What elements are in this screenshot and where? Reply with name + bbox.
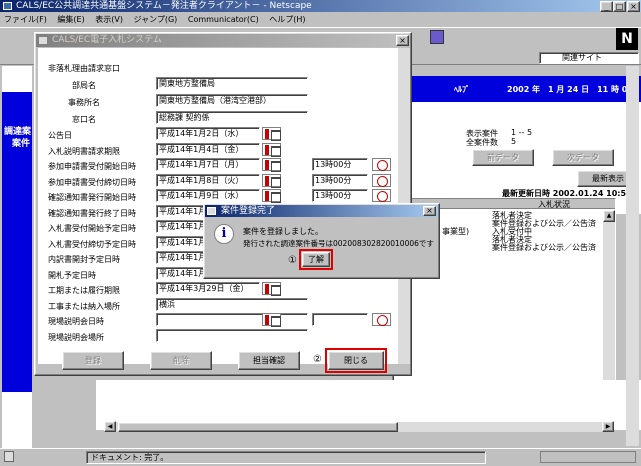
window-vertical-scrollbar[interactable] xyxy=(626,66,639,446)
table-header-status: 入札状況 xyxy=(538,200,570,209)
status-text-box: ドキュメント: 完了。 xyxy=(86,451,486,464)
related-sites-dropdown[interactable]: 関連サイト xyxy=(539,52,639,64)
date-row-label: 現場説明会日時 xyxy=(48,317,104,326)
menu-edit[interactable]: 編集(E) xyxy=(57,15,84,24)
dialog-app-icon xyxy=(207,207,216,215)
netscape-logo-icon xyxy=(3,2,12,10)
date-row-field[interactable] xyxy=(156,329,308,342)
calendar-icon[interactable] xyxy=(262,158,281,172)
clock-icon[interactable] xyxy=(372,313,391,326)
confirm-button[interactable]: 担当確認 xyxy=(238,351,300,370)
date-row-label: 参加申請書受付締切日時 xyxy=(48,178,136,187)
date-row-field[interactable]: 平成14年1月8日（火） xyxy=(156,174,260,187)
date-row-field[interactable]: 平成14年1月2日（水） xyxy=(156,127,260,140)
portal-left-title-2: 案件 xyxy=(12,139,31,149)
window-field[interactable]: 総務課 契約係 xyxy=(156,111,308,124)
date-row-label: 内訳書開封予定日時 xyxy=(48,255,120,264)
date-row-label: 入札書受付開始予定日時 xyxy=(48,224,136,233)
ebid-close-button[interactable]: × xyxy=(396,35,409,46)
security-lock-icon[interactable] xyxy=(4,451,14,462)
calendar-icon[interactable] xyxy=(262,143,281,157)
dialog-title: 案件登録完了 xyxy=(221,206,276,216)
time-row-field[interactable]: 13時00分 xyxy=(312,158,368,171)
dialog-message-2: 発行された調達案件番号は0020083028200100​06です xyxy=(243,239,434,248)
menu-go[interactable]: ジャンプ(G) xyxy=(134,15,178,24)
menu-view[interactable]: 表示(V) xyxy=(95,15,123,24)
date-row-label: 開札予定日時 xyxy=(48,271,96,280)
calendar-icon[interactable] xyxy=(262,313,281,327)
date-row-label: 確認通知書発行開始日時 xyxy=(48,193,136,202)
scroll-right-button[interactable]: ▶ xyxy=(602,421,614,432)
date-row-label: 入札書受付締切予定日時 xyxy=(48,240,136,249)
date-row-field[interactable]: 横浜 xyxy=(156,298,308,311)
time-row-field[interactable]: 13時00分 xyxy=(312,189,368,202)
menu-help[interactable]: ヘルプ(H) xyxy=(269,15,305,24)
horizontal-scroll-thumb[interactable] xyxy=(118,422,398,432)
date-row-label: 工事または納入場所 xyxy=(48,302,120,311)
browser-title-bar: CALS/EC公共調達共通基盤システム－発注者クライアント－ - Netscap… xyxy=(0,0,641,12)
clock-icon[interactable] xyxy=(372,158,391,171)
date-row-label: 公告日 xyxy=(48,131,72,140)
calendar-icon[interactable] xyxy=(262,174,281,188)
time-row-field[interactable] xyxy=(312,313,368,326)
netscape-n-logo-icon: N xyxy=(616,28,638,50)
ebid-title: CALS/EC電子入札システム xyxy=(52,35,162,45)
total-count-label: 全案件数 xyxy=(466,138,498,147)
prev-data-button[interactable]: 前データ xyxy=(472,149,534,166)
calendar-icon[interactable] xyxy=(262,127,281,141)
date-row-field[interactable]: 平成14年1月4日（金） xyxy=(156,143,260,156)
date-row-label: 参加申請書受付開始日時 xyxy=(48,162,136,171)
date-row-field[interactable] xyxy=(156,313,308,326)
maximize-button[interactable]: □ xyxy=(613,1,626,12)
section-heading: 非落札理由請求窓口 xyxy=(48,64,120,73)
branch-field[interactable]: 関東地方整備局（港湾空港部） xyxy=(156,94,308,107)
date-row-field[interactable]: 平成14年1月7日（月） xyxy=(156,158,260,171)
menu-communicator[interactable]: Communicator(C) xyxy=(188,15,259,24)
close-window-button[interactable]: 閉じる xyxy=(325,348,387,373)
scroll-left-button[interactable]: ◀ xyxy=(104,421,116,432)
date-row-field[interactable]: 平成14年3月29日（金） xyxy=(156,282,260,295)
status-text: ドキュメント: 完了。 xyxy=(91,453,169,462)
office-field[interactable]: 関東地方整備局 xyxy=(156,77,308,90)
info-icon: i xyxy=(214,224,234,244)
portal-datetime: 2002 年 1 月 24 日 11 時 0 分 xyxy=(507,85,639,94)
ebid-title-bar: CALS/EC電子入札システム xyxy=(36,34,410,47)
total-count-value: 5 xyxy=(511,137,517,146)
dialog-message-1: 案件を登録しました。 xyxy=(243,227,323,236)
register-button[interactable]: 登録 xyxy=(62,351,124,370)
window-label: 窓口名 xyxy=(72,115,96,124)
calendar-icon[interactable] xyxy=(262,282,281,296)
dialog-ok-button[interactable]: 了解 xyxy=(299,249,333,270)
date-row-field[interactable]: 平成14年1月9日（水） xyxy=(156,189,260,202)
scroll-up-button[interactable]: ▲ xyxy=(603,210,615,222)
minimize-button[interactable]: _ xyxy=(600,1,613,12)
office-label: 部局名 xyxy=(72,81,96,90)
date-row-label: 確認通知書発行終了日時 xyxy=(48,209,136,218)
dialog-title-bar: 案件登録完了 xyxy=(205,205,438,217)
branch-label: 事務所名 xyxy=(68,98,100,107)
browser-menubar: ファイル(F) 編集(E) 表示(V) ジャンプ(G) Communicator… xyxy=(4,14,634,26)
date-row-label: 入札説明書請求期限 xyxy=(48,147,120,156)
delete-button[interactable]: 削除 xyxy=(150,351,212,370)
step-1-marker: ① xyxy=(288,255,297,266)
display-count-value: 1 -- 5 xyxy=(511,128,533,137)
date-row-label: 工期または履行期限 xyxy=(48,286,120,295)
clock-icon[interactable] xyxy=(372,189,391,202)
row-status: 案件登録および公示／公告済 xyxy=(492,243,596,252)
calendar-icon[interactable] xyxy=(262,189,281,203)
status-component-icons[interactable] xyxy=(540,451,636,463)
close-button[interactable]: × xyxy=(627,1,640,12)
clock-icon[interactable] xyxy=(372,174,391,187)
date-row-label: 現場説明会場所 xyxy=(48,333,104,342)
step-2-marker: ② xyxy=(313,354,322,365)
browser-title: CALS/EC公共調達共通基盤システム－発注者クライアント－ - Netscap… xyxy=(16,1,312,11)
menu-file[interactable]: ファイル(F) xyxy=(4,15,47,24)
portal-help-link[interactable]: ﾍﾙﾌﾟ xyxy=(454,84,470,95)
next-data-button[interactable]: 次データ xyxy=(552,149,614,166)
stop-icon[interactable] xyxy=(430,30,444,44)
time-row-field[interactable]: 13時00分 xyxy=(312,174,368,187)
dialog-close-button[interactable]: × xyxy=(423,206,436,216)
ebid-app-icon xyxy=(38,36,48,45)
